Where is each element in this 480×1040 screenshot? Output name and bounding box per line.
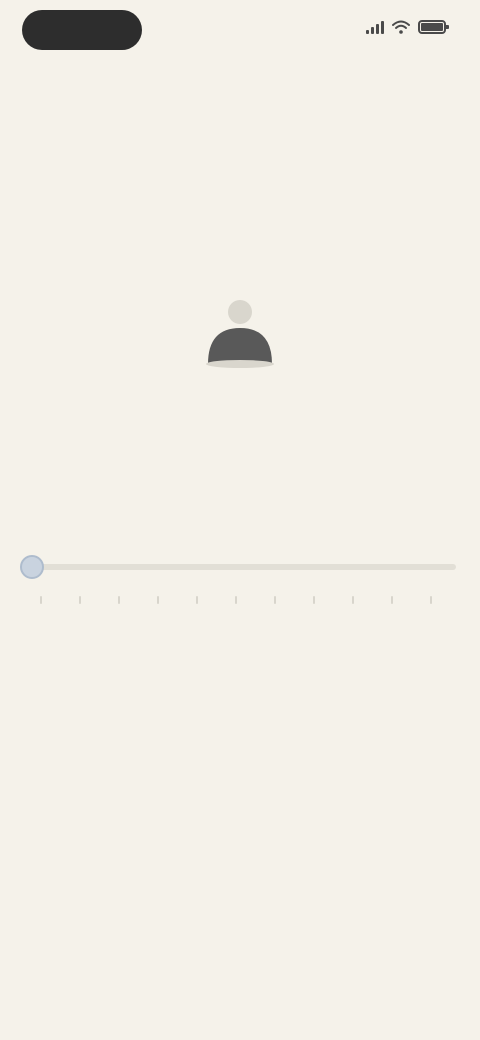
tick-mark	[274, 596, 276, 604]
header	[0, 92, 480, 142]
header-subtitle	[192, 118, 302, 134]
tick-mark	[157, 596, 159, 604]
tick-label	[28, 608, 54, 622]
scale-tick[interactable]	[223, 596, 249, 626]
scale-tick[interactable]	[184, 596, 210, 626]
rating-scale	[28, 596, 444, 626]
person-icon	[206, 300, 274, 368]
signal-icon	[366, 20, 384, 34]
battery-icon	[418, 20, 449, 34]
tick-label	[418, 608, 444, 622]
status-time-pill	[22, 10, 142, 50]
tick-label	[223, 608, 249, 622]
tick-mark	[352, 596, 354, 604]
tick-label	[379, 608, 405, 622]
tick-label	[301, 608, 327, 622]
scale-tick[interactable]	[340, 596, 366, 626]
tick-mark	[391, 596, 393, 604]
tick-mark	[430, 596, 432, 604]
battery-level	[421, 23, 443, 31]
tick-label	[145, 608, 171, 622]
scale-tick[interactable]	[379, 596, 405, 626]
scale-tick[interactable]	[145, 596, 171, 626]
scale-tick[interactable]	[262, 596, 288, 626]
scale-tick[interactable]	[106, 596, 132, 626]
question-kicker	[140, 388, 340, 404]
status-icons	[366, 20, 449, 34]
tick-mark	[118, 596, 120, 604]
scale-tick[interactable]	[418, 596, 444, 626]
tick-mark	[235, 596, 237, 604]
tick-mark	[313, 596, 315, 604]
scale-tick[interactable]	[28, 596, 54, 626]
scale-tick[interactable]	[301, 596, 327, 626]
tick-label	[67, 608, 93, 622]
slider-thumb[interactable]	[20, 555, 44, 579]
tick-label	[106, 608, 132, 622]
rating-slider[interactable]	[20, 552, 460, 582]
tick-label	[262, 608, 288, 622]
scale-tick[interactable]	[67, 596, 93, 626]
wifi-icon	[392, 20, 410, 34]
tick-mark	[79, 596, 81, 604]
question-text	[50, 420, 430, 490]
header-title	[92, 98, 182, 118]
tick-mark	[196, 596, 198, 604]
tick-label	[340, 608, 366, 622]
tick-mark	[40, 596, 42, 604]
tick-label	[184, 608, 210, 622]
slider-track[interactable]	[28, 564, 456, 570]
survey-screen	[0, 0, 480, 1040]
